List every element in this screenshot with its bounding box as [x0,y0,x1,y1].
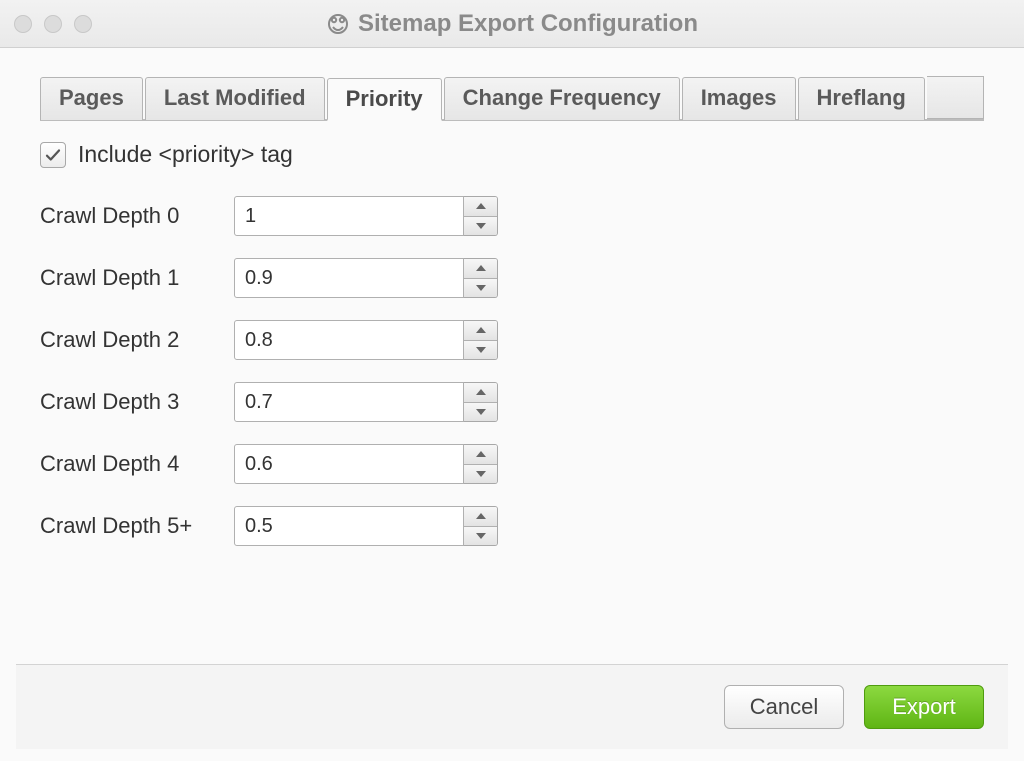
tab-priority[interactable]: Priority [327,78,442,121]
crawl-depth-4-input[interactable] [234,444,464,484]
export-button[interactable]: Export [864,685,984,729]
tab-images[interactable]: Images [682,77,796,120]
crawl-depth-4-spinner [234,444,498,484]
crawl-depth-5plus-row: Crawl Depth 5+ [40,506,984,546]
crawl-depth-1-label: Crawl Depth 1 [40,265,210,291]
crawl-depth-0-label: Crawl Depth 0 [40,203,210,229]
crawl-depth-5plus-step-up[interactable] [464,507,497,526]
window-title: Sitemap Export Configuration [358,10,698,38]
crawl-depth-2-label: Crawl Depth 2 [40,327,210,353]
dialog-footer: Cancel Export [16,664,1008,749]
crawl-depth-2-input[interactable] [234,320,464,360]
crawl-depth-0-step-down[interactable] [464,216,497,236]
crawl-depth-0-row: Crawl Depth 0 [40,196,984,236]
window-controls [14,15,92,33]
crawl-depth-0-step-up[interactable] [464,197,497,216]
include-priority-checkbox[interactable] [40,142,66,168]
titlebar: Sitemap Export Configuration [0,0,1024,48]
crawl-depth-1-row: Crawl Depth 1 [40,258,984,298]
dialog-content: Pages Last Modified Priority Change Freq… [0,48,1024,761]
crawl-depth-2-step-down[interactable] [464,340,497,360]
crawl-depth-1-spinner [234,258,498,298]
cancel-button[interactable]: Cancel [724,685,844,729]
crawl-depth-3-step-up[interactable] [464,383,497,402]
crawl-depth-1-step-down[interactable] [464,278,497,298]
crawl-depth-0-input[interactable] [234,196,464,236]
tab-last-modified[interactable]: Last Modified [145,77,325,120]
crawl-depth-1-input[interactable] [234,258,464,298]
crawl-depth-0-spinner [234,196,498,236]
crawl-depth-5plus-step-down[interactable] [464,526,497,546]
crawl-depth-5plus-spinner [234,506,498,546]
tab-hreflang[interactable]: Hreflang [798,77,925,120]
crawl-depth-2-row: Crawl Depth 2 [40,320,984,360]
zoom-window-button[interactable] [74,15,92,33]
crawl-depth-3-step-down[interactable] [464,402,497,422]
minimize-window-button[interactable] [44,15,62,33]
tab-change-frequency[interactable]: Change Frequency [444,77,680,120]
crawl-depth-3-input[interactable] [234,382,464,422]
tab-bar: Pages Last Modified Priority Change Freq… [40,76,984,121]
crawl-depth-4-row: Crawl Depth 4 [40,444,984,484]
app-icon [326,12,350,36]
crawl-depth-4-step-down[interactable] [464,464,497,484]
priority-panel: Include <priority> tag Crawl Depth 0 Cra… [16,121,1008,568]
crawl-depth-2-spinner [234,320,498,360]
include-priority-row: Include <priority> tag [40,141,984,168]
crawl-depth-3-label: Crawl Depth 3 [40,389,210,415]
tab-filler [927,76,984,119]
include-priority-label: Include <priority> tag [78,141,293,168]
dialog-window: Sitemap Export Configuration Pages Last … [0,0,1024,761]
crawl-depth-4-step-up[interactable] [464,445,497,464]
tab-pages[interactable]: Pages [40,77,143,120]
crawl-depth-1-step-up[interactable] [464,259,497,278]
crawl-depth-5plus-input[interactable] [234,506,464,546]
crawl-depth-3-row: Crawl Depth 3 [40,382,984,422]
crawl-depth-2-step-up[interactable] [464,321,497,340]
crawl-depth-3-spinner [234,382,498,422]
crawl-depth-4-label: Crawl Depth 4 [40,451,210,477]
close-window-button[interactable] [14,15,32,33]
crawl-depth-5plus-label: Crawl Depth 5+ [40,513,210,539]
